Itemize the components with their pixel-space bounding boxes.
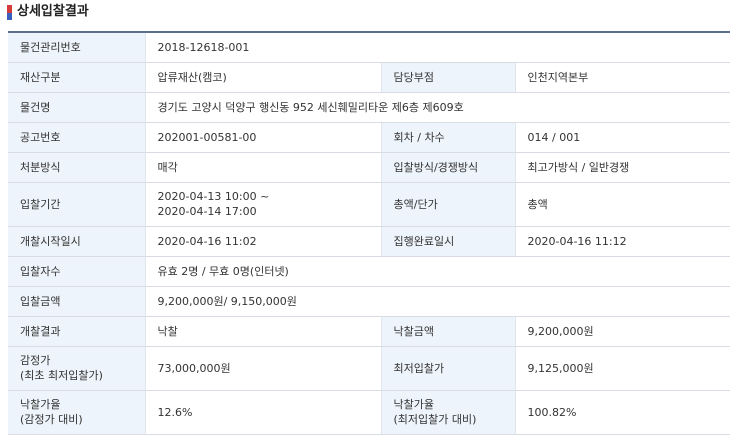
ratio-min-bid-value: 100.82% [514,390,731,435]
appraisal-value: 73,000,000원 [144,346,381,391]
item-name-value: 경기도 고양시 덕양구 행신동 952 세신훼밀리타운 제6층 제609호 [144,92,731,123]
table-row: 공고번호 202001-00581-00 회차 / 차수 014 / 001 [8,122,731,153]
table-row: 입찰기간 2020-04-13 10:00 ~ 2020-04-14 17:00… [8,182,731,227]
bid-amount-value: 9,200,000원/ 9,150,000원 [144,286,731,317]
ratio-appraisal-value: 12.6% [144,390,381,435]
table-row: 물건명 경기도 고양시 덕양구 행신동 952 세신훼밀리타운 제6층 제609… [8,92,731,123]
bidder-count-label: 입찰자수 [8,256,145,287]
title-marker-icon [7,5,12,20]
table-row: 처분방식 매각 입찰방식/경쟁방식 최고가방식 / 일반경쟁 [8,152,731,183]
bid-method-value: 최고가방식 / 일반경쟁 [514,152,731,183]
bid-period-start: 2020-04-13 10:00 ~ [157,190,270,203]
asset-type-value: 압류재산(캠코) [144,62,381,93]
bid-result-table: 물건관리번호 2018-12618-001 재산구분 압류재산(캠코) 담당부점… [8,31,731,435]
bid-period-end: 2020-04-14 17:00 [157,205,257,218]
opening-start-value: 2020-04-16 11:02 [144,226,381,257]
min-bid-label: 최저입찰가 [380,346,515,391]
notice-no-value: 202001-00581-00 [144,122,381,153]
ratio-min-bid-label: 낙찰가율 (최저입찰가 대비) [380,390,515,435]
notice-no-label: 공고번호 [8,122,145,153]
bid-period-value: 2020-04-13 10:00 ~ 2020-04-14 17:00 [144,182,381,227]
execution-done-value: 2020-04-16 11:12 [514,226,731,257]
department-value: 인천지역본부 [514,62,731,93]
item-mgmt-no-label: 물건관리번호 [8,32,145,63]
opening-result-label: 개찰결과 [8,316,145,347]
bid-method-label: 입찰방식/경쟁방식 [380,152,515,183]
ratio-appraisal-label-line2: (감정가 대비) [20,413,83,426]
table-row: 입찰금액 9,200,000원/ 9,150,000원 [8,286,731,317]
table-row: 개찰결과 낙찰 낙찰금액 9,200,000원 [8,316,731,347]
table-row: 낙찰가율 (감정가 대비) 12.6% 낙찰가율 (최저입찰가 대비) 100.… [8,390,731,435]
total-unit-value: 총액 [514,182,731,227]
bid-amount-label: 입찰금액 [8,286,145,317]
appraisal-label: 감정가 (최초 최저입찰가) [8,346,145,391]
table-row: 입찰자수 유효 2명 / 무효 0명(인터넷) [8,256,731,287]
round-label: 회차 / 차수 [380,122,515,153]
table-row: 물건관리번호 2018-12618-001 [8,32,731,63]
bidder-count-value: 유효 2명 / 무효 0명(인터넷) [144,256,731,287]
asset-type-label: 재산구분 [8,62,145,93]
winning-amount-value: 9,200,000원 [514,316,731,347]
table-row: 재산구분 압류재산(캠코) 담당부점 인천지역본부 [8,62,731,93]
disposal-method-label: 처분방식 [8,152,145,183]
ratio-min-bid-label-line2: (최저입찰가 대비) [393,413,477,426]
section-header: 상세입찰결과 [0,0,745,26]
table-row: 개찰시작일시 2020-04-16 11:02 집행완료일시 2020-04-1… [8,226,731,257]
execution-done-label: 집행완료일시 [380,226,515,257]
min-bid-value: 9,125,000원 [514,346,731,391]
round-value: 014 / 001 [514,122,731,153]
total-unit-label: 총액/단가 [380,182,515,227]
appraisal-label-line1: 감정가 [20,354,51,367]
item-mgmt-no-value: 2018-12618-001 [144,32,731,63]
ratio-appraisal-label-line1: 낙찰가율 [20,398,61,411]
page-title: 상세입찰결과 [17,4,89,19]
department-label: 담당부점 [380,62,515,93]
disposal-method-value: 매각 [144,152,381,183]
appraisal-label-line2: (최초 최저입찰가) [20,369,103,382]
opening-result-value: 낙찰 [144,316,381,347]
item-name-label: 물건명 [8,92,145,123]
opening-start-label: 개찰시작일시 [8,226,145,257]
table-row: 감정가 (최초 최저입찰가) 73,000,000원 최저입찰가 9,125,0… [8,346,731,391]
ratio-min-bid-label-line1: 낙찰가율 [393,398,434,411]
bid-period-label: 입찰기간 [8,182,145,227]
winning-amount-label: 낙찰금액 [380,316,515,347]
ratio-appraisal-label: 낙찰가율 (감정가 대비) [8,390,145,435]
